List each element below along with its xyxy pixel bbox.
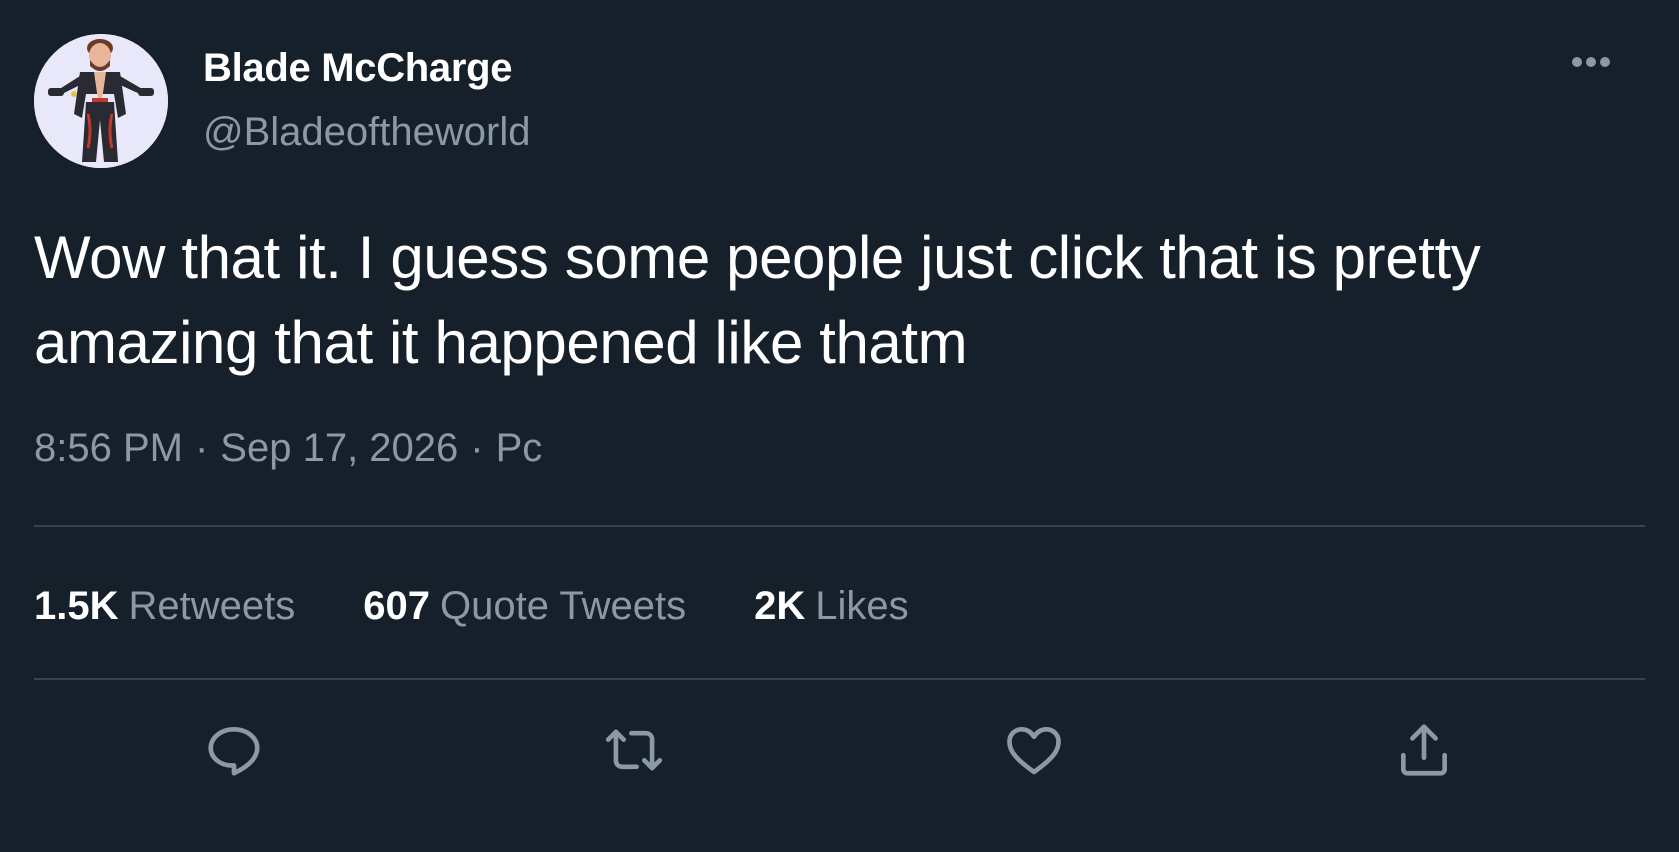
share-button[interactable] xyxy=(1384,710,1464,790)
tweet-source: Pc xyxy=(495,426,543,470)
retweet-button[interactable] xyxy=(594,710,674,790)
quote-tweets-count: 607 xyxy=(363,584,430,628)
avatar-image xyxy=(34,34,168,168)
share-icon xyxy=(1401,724,1447,776)
tweet-meta: 8:56 PM · Sep 17, 2026 · Pc xyxy=(34,426,542,471)
reply-button[interactable] xyxy=(194,710,274,790)
divider xyxy=(34,678,1645,680)
retweet-icon xyxy=(605,729,663,771)
like-button[interactable] xyxy=(994,710,1074,790)
tweet-text: Wow that it. I guess some people just cl… xyxy=(34,224,1481,376)
meta-separator: · xyxy=(470,426,484,470)
tweet-date[interactable]: Sep 17, 2026 xyxy=(220,426,458,470)
retweets-count: 1.5K xyxy=(34,584,119,628)
likes-count: 2K xyxy=(754,584,806,628)
likes-stat[interactable]: 2K Likes xyxy=(754,584,909,629)
reply-icon xyxy=(208,727,260,776)
more-options-icon xyxy=(1572,57,1610,67)
meta-separator: · xyxy=(194,426,209,470)
author-handle[interactable]: @Bladeoftheworld xyxy=(203,110,530,155)
likes-label: Likes xyxy=(815,584,909,628)
engagement-stats: 1.5K Retweets 607 Quote Tweets 2K Likes xyxy=(34,584,977,629)
quote-tweets-stat[interactable]: 607 Quote Tweets xyxy=(363,584,686,629)
tweet-card: Blade McCharge @Bladeoftheworld Wow that… xyxy=(0,0,1679,852)
retweets-label: Retweets xyxy=(128,584,296,628)
like-icon xyxy=(1007,727,1061,775)
quote-tweets-label: Quote Tweets xyxy=(440,584,687,628)
action-bar xyxy=(34,710,1645,790)
tweet-time[interactable]: 8:56 PM xyxy=(34,426,183,470)
avatar[interactable] xyxy=(34,34,168,168)
retweets-stat[interactable]: 1.5K Retweets xyxy=(34,584,295,629)
divider xyxy=(34,525,1645,527)
more-options-button[interactable] xyxy=(1561,46,1621,78)
author-display-name[interactable]: Blade McCharge xyxy=(203,46,513,91)
